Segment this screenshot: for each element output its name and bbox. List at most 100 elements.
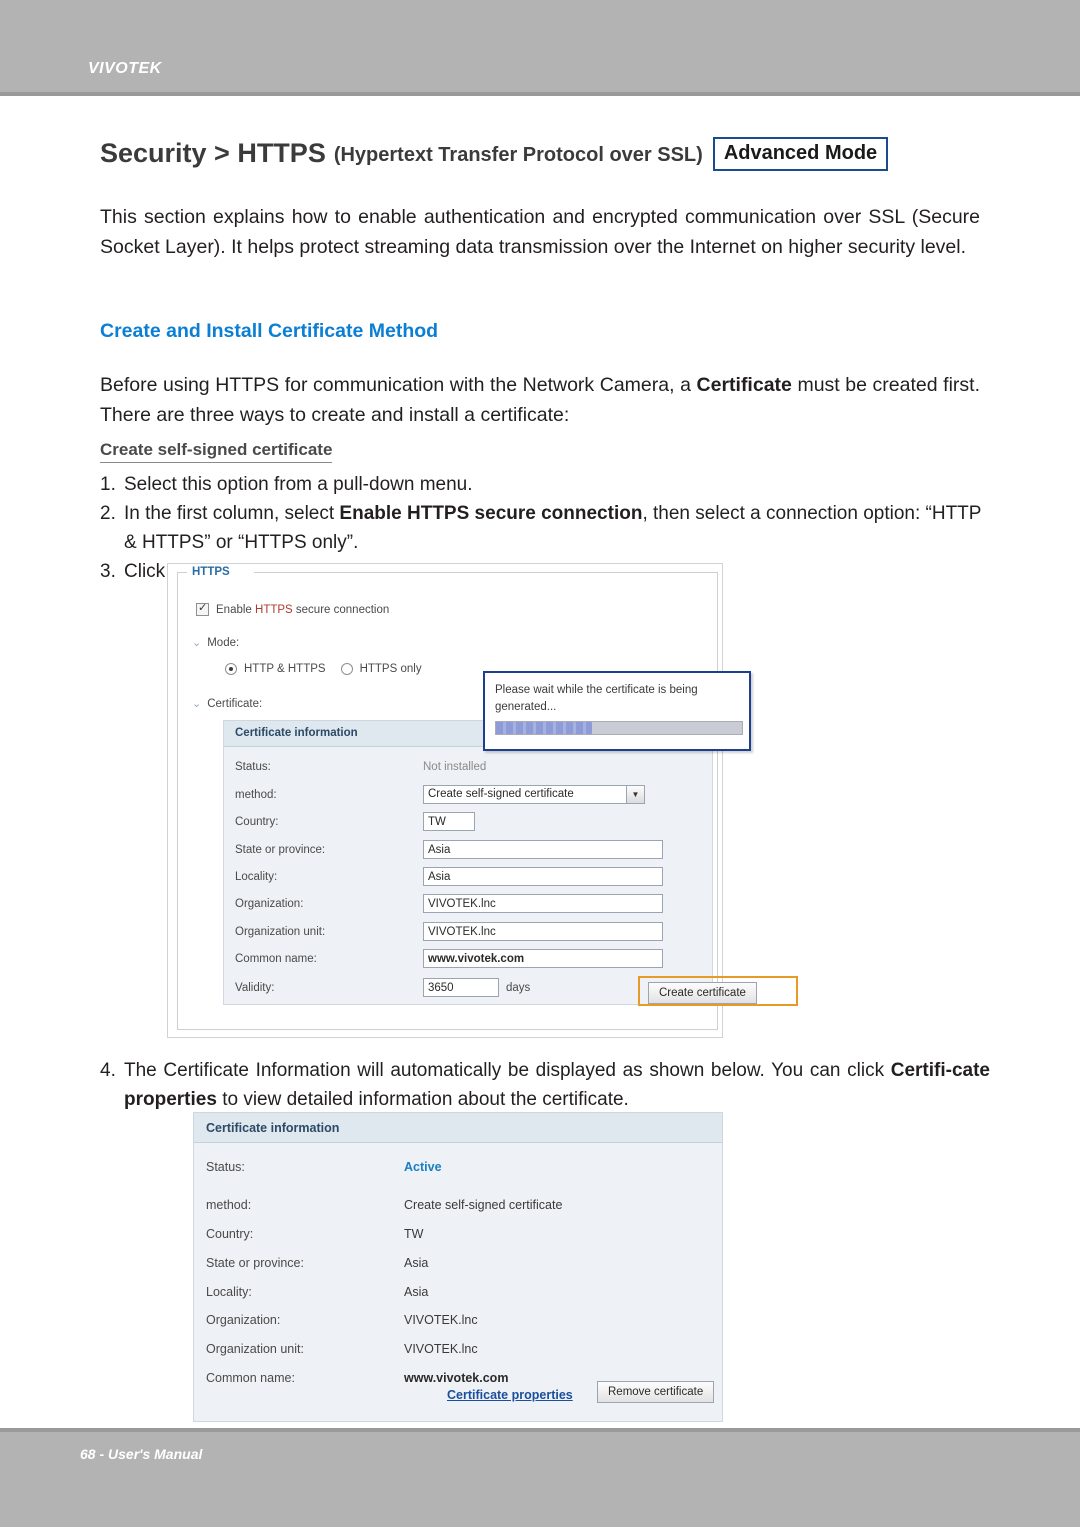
state-input-value: Asia (428, 844, 451, 856)
row-label-organization-unit: Organization unit: (206, 1342, 304, 1356)
country-input-value: TW (428, 816, 446, 828)
row-value-method: Create self-signed certificate (404, 1198, 563, 1212)
brand-logo: VIVOTEK (88, 60, 162, 77)
section-heading: Create and Install Certificate Method (100, 320, 439, 342)
row-label-common-name: Common name: (206, 1371, 295, 1385)
step-text-a: Click (124, 561, 171, 582)
enable-label-https: HTTPS (255, 603, 293, 616)
method-select[interactable]: Create self-signed certificate ▼ (423, 785, 645, 804)
step-text-a: In the first column, select (124, 503, 340, 524)
intro-paragraph: This section explains how to enable auth… (100, 206, 980, 258)
row-label-country: Country: (206, 1227, 254, 1241)
list-item: 2. In the first column, select Enable HT… (100, 499, 990, 557)
step-text: The Certificate Information will automat… (124, 1056, 990, 1114)
step-text-a: Select this option from a pull-down menu… (124, 474, 473, 495)
checkbox-icon[interactable] (196, 601, 209, 616)
step4-text-a: The Certificate Information will automat… (124, 1060, 891, 1081)
https-fieldset: HTTPS Enable HTTPS secure connection ⌄ M… (177, 566, 798, 1030)
field-label-method: method: (235, 789, 277, 801)
certificate-information-screenshot: Certificate information Status: Active m… (193, 1112, 723, 1422)
generating-popup: Please wait while the certificate is bei… (483, 671, 751, 751)
subsection-heading: Create self-signed certificate (100, 440, 333, 463)
country-input[interactable]: TW (423, 812, 475, 831)
step-text: In the first column, select Enable HTTPS… (124, 499, 990, 557)
method-select-value: Create self-signed certificate (428, 788, 574, 800)
row-label-status: Status: (206, 1160, 245, 1174)
field-label-organization: Organization: (235, 898, 304, 910)
step-number: 3. (100, 561, 116, 582)
field-label-common-name: Common name: (235, 953, 317, 965)
enable-label-pre: Enable (216, 603, 256, 616)
row-value-status: Active (404, 1160, 442, 1174)
page-title-main: Security > HTTPS (100, 137, 326, 168)
progress-bar-fill (496, 722, 592, 734)
list-item: 1. Select this option from a pull-down m… (100, 470, 990, 499)
footer-text: 68 - User's Manual (80, 1446, 203, 1462)
certificate-properties-link[interactable]: Certificate properties (447, 1388, 573, 1402)
mode-radio-group[interactable]: HTTP & HTTPS HTTPS only (225, 663, 422, 675)
https-settings-screenshot: HTTPS Enable HTTPS secure connection ⌄ M… (167, 563, 798, 1038)
organization-input[interactable]: VIVOTEK.lnc (423, 894, 663, 913)
chevron-down-icon: ⌄ (192, 637, 202, 649)
row-label-method: method: (206, 1198, 252, 1212)
row-value-organization-unit: VIVOTEK.lnc (404, 1342, 478, 1356)
steps-list-2: 4. The Certificate Information will auto… (100, 1056, 990, 1114)
certificate-row: ⌄ Certificate: (192, 697, 263, 711)
row-label-locality: Locality: (206, 1285, 252, 1299)
radio-http-https-label: HTTP & HTTPS (244, 663, 326, 675)
mode-row: ⌄ Mode: (192, 636, 239, 650)
field-value-status: Not installed (423, 761, 487, 773)
create-certificate-button[interactable]: Create certificate (648, 982, 757, 1004)
certificate-information-panel: Certificate information Status: Not inst… (223, 720, 798, 1006)
step-text: Select this option from a pull-down menu… (124, 470, 990, 499)
state-input[interactable]: Asia (423, 840, 663, 859)
chevron-down-icon: ⌄ (192, 698, 202, 710)
organization-unit-input[interactable]: VIVOTEK.lnc (423, 922, 663, 941)
field-label-state: State or province: (235, 844, 326, 856)
enable-https-row[interactable]: Enable HTTPS secure connection (196, 601, 389, 616)
step4-text-c: to view detailed information about the c… (216, 1089, 629, 1110)
field-label-validity: Validity: (235, 982, 275, 994)
locality-input[interactable]: Asia (423, 867, 663, 886)
enable-https-label: Enable HTTPS secure connection (216, 604, 389, 616)
fieldset-top-left (178, 572, 187, 573)
radio-https-only-label: HTTPS only (359, 663, 422, 675)
field-label-organization-unit: Organization unit: (235, 926, 326, 938)
before-text-1: Before using HTTPS for communication wit… (100, 374, 697, 396)
page-title-sub: (Hypertext Transfer Protocol over SSL) (333, 143, 703, 166)
generating-popup-text: Please wait while the certificate is bei… (495, 684, 698, 713)
remove-certificate-button[interactable]: Remove certificate (597, 1381, 715, 1403)
organization-input-value: VIVOTEK.lnc (428, 898, 496, 910)
row-value-locality: Asia (404, 1285, 429, 1299)
before-paragraph: Before using HTTPS for communication wit… (100, 370, 980, 430)
before-bold: Certificate (696, 374, 792, 396)
step-number: 2. (100, 503, 116, 524)
validity-input[interactable]: 3650 (423, 978, 499, 997)
common-name-input[interactable]: www.vivotek.com (423, 949, 663, 968)
row-value-country: TW (404, 1227, 424, 1241)
step-text-bold: Enable HTTPS secure connection (339, 503, 643, 524)
list-item: 4. The Certificate Information will auto… (100, 1056, 990, 1114)
https-legend: HTTPS (187, 566, 235, 578)
common-name-input-value: www.vivotek.com (428, 953, 525, 965)
row-value-common-name: www.vivotek.com (404, 1371, 509, 1385)
chevron-down-icon[interactable]: ▼ (626, 786, 644, 803)
radio-http-https-icon[interactable] (225, 663, 237, 675)
header-rule (0, 92, 1080, 96)
progress-bar (495, 721, 743, 735)
enable-label-post: secure connection (292, 603, 390, 616)
field-label-status: Status: (235, 761, 271, 773)
certificate-label: Certificate: (207, 697, 263, 710)
advanced-mode-badge: Advanced Mode (712, 137, 889, 171)
radio-https-only-icon[interactable] (340, 663, 353, 675)
page-title: Security > HTTPS (Hypertext Transfer Pro… (100, 136, 1000, 171)
row-label-state: State or province: (206, 1256, 304, 1270)
organization-unit-input-value: VIVOTEK.lnc (428, 926, 496, 938)
days-label: days (506, 982, 531, 994)
field-label-country: Country: (235, 816, 279, 828)
validity-input-value: 3650 (428, 982, 454, 994)
fieldset-top-right (254, 572, 717, 573)
locality-input-value: Asia (428, 871, 451, 883)
row-value-state: Asia (404, 1256, 429, 1270)
row-value-organization: VIVOTEK.lnc (404, 1313, 478, 1327)
